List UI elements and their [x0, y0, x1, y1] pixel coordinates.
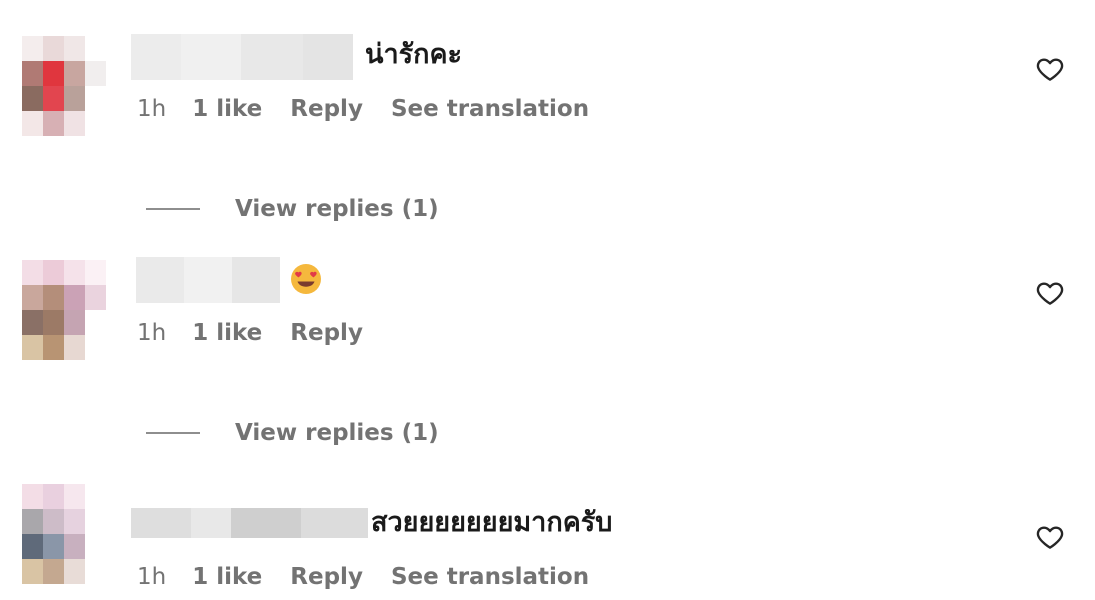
comment-emoji [289, 262, 323, 305]
avatar[interactable] [22, 36, 106, 136]
comment-actions: 1h 1 like Reply See translation [137, 562, 589, 592]
comment-text: สวยยยยยยยมากครับ [371, 507, 613, 538]
view-replies-label: View replies (1) [235, 420, 439, 446]
avatar[interactable] [22, 260, 106, 360]
username[interactable] [131, 508, 368, 538]
heart-outline-icon[interactable] [1035, 54, 1065, 84]
reply-button[interactable]: Reply [290, 94, 363, 124]
comment-actions: 1h 1 like Reply See translation [137, 94, 589, 124]
likes-count[interactable]: 1 like [192, 318, 262, 348]
comment-time: 1h [137, 96, 167, 122]
view-replies-button[interactable]: View replies (1) [146, 418, 439, 448]
heart-eyes-emoji-icon [291, 264, 321, 294]
reply-button[interactable]: Reply [290, 562, 363, 592]
username[interactable] [131, 34, 353, 80]
comment-time: 1h [137, 564, 167, 590]
username[interactable] [136, 257, 280, 303]
view-replies-button[interactable]: View replies (1) [146, 194, 439, 224]
comment-actions: 1h 1 like Reply [137, 318, 391, 348]
likes-count[interactable]: 1 like [192, 562, 262, 592]
comment-time: 1h [137, 320, 167, 346]
reply-button[interactable]: Reply [290, 318, 363, 348]
heart-outline-icon[interactable] [1035, 522, 1065, 552]
likes-count[interactable]: 1 like [192, 94, 262, 124]
comment-text: น่ารักคะ [365, 39, 463, 70]
see-translation-button[interactable]: See translation [391, 94, 589, 124]
avatar[interactable] [22, 484, 106, 584]
heart-outline-icon[interactable] [1035, 278, 1065, 308]
view-replies-label: View replies (1) [235, 196, 439, 222]
see-translation-button[interactable]: See translation [391, 562, 589, 592]
replies-divider [146, 208, 200, 210]
replies-divider [146, 432, 200, 434]
